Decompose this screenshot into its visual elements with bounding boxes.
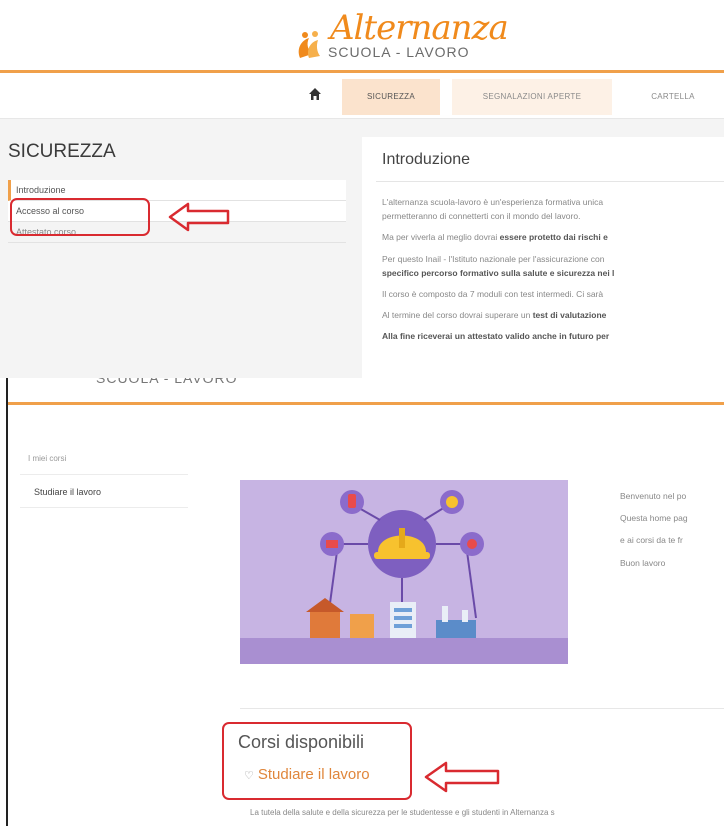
intro-text-line: specifico percorso formativo sulla salut… xyxy=(382,268,615,278)
welcome-text-line: Questa home pag xyxy=(620,513,688,523)
welcome-text-line: Benvenuto nel po xyxy=(620,491,687,501)
welcome-text-line: e ai corsi da te fr xyxy=(620,535,683,545)
course-description: La tutela della salute e della sicurezza… xyxy=(250,808,555,817)
tab-sicurezza[interactable]: SICUREZZA xyxy=(342,79,440,115)
top-navbar: SICUREZZA SEGNALAZIONI APERTE CARTELLA xyxy=(0,73,724,119)
sidebar-title: SICUREZZA xyxy=(8,141,116,162)
screenshot-dashboard-page: SCUOLA - LAVORO I miei corsi Studiare il… xyxy=(0,378,724,826)
brand-script: Alternanza xyxy=(330,8,509,48)
tab-cartella[interactable]: CARTELLA xyxy=(622,79,724,115)
screenshot-sicurezza-page: Alternanza SCUOLA - LAVORO SICUREZZA SEG… xyxy=(0,0,724,378)
my-course-label: Studiare il lavoro xyxy=(34,487,102,497)
logo-mark-icon xyxy=(298,31,320,58)
arrow-left-icon xyxy=(168,202,230,232)
intro-divider xyxy=(376,181,724,182)
intro-text-line: Per questo Inail - l'Istituto nazionale … xyxy=(382,254,605,264)
tab-segnalazioni-aperte[interactable]: SEGNALAZIONI APERTE xyxy=(452,79,612,115)
intro-panel: Introduzione L'alternanza scuola-lavoro … xyxy=(362,137,724,378)
annotation-highlight-box xyxy=(10,198,150,236)
arrow-left-icon xyxy=(424,761,500,793)
section-divider xyxy=(240,708,724,709)
brand-logo[interactable]: Alternanza SCUOLA - LAVORO xyxy=(296,8,509,66)
intro-text-line: Il corso è composto da 7 moduli con test… xyxy=(382,289,604,299)
annotation-highlight-box xyxy=(222,722,412,800)
safety-illustration xyxy=(240,480,568,664)
intro-text-line: permetteranno di connetterti con il mond… xyxy=(382,211,581,221)
header-rule xyxy=(8,402,724,405)
brand-sub: SCUOLA - LAVORO xyxy=(328,44,470,60)
brand-sub-cut: SCUOLA - LAVORO xyxy=(96,378,238,386)
home-icon[interactable] xyxy=(308,87,322,101)
intro-text-line: Alla fine riceverai un attestato valido … xyxy=(382,331,610,341)
intro-title: Introduzione xyxy=(382,151,471,168)
intro-text-line: Ma per viverla al meglio dovrai essere p… xyxy=(382,232,608,242)
welcome-text-line: Buon lavoro xyxy=(620,558,666,568)
my-course-item[interactable]: Studiare il lavoro xyxy=(20,474,188,508)
window-edge xyxy=(6,378,8,826)
intro-text-line: Al termine del corso dovrai superare un … xyxy=(382,310,607,320)
my-courses-label: I miei corsi xyxy=(28,454,67,463)
intro-text-line: L'alternanza scuola-lavoro è un'esperien… xyxy=(382,197,604,207)
